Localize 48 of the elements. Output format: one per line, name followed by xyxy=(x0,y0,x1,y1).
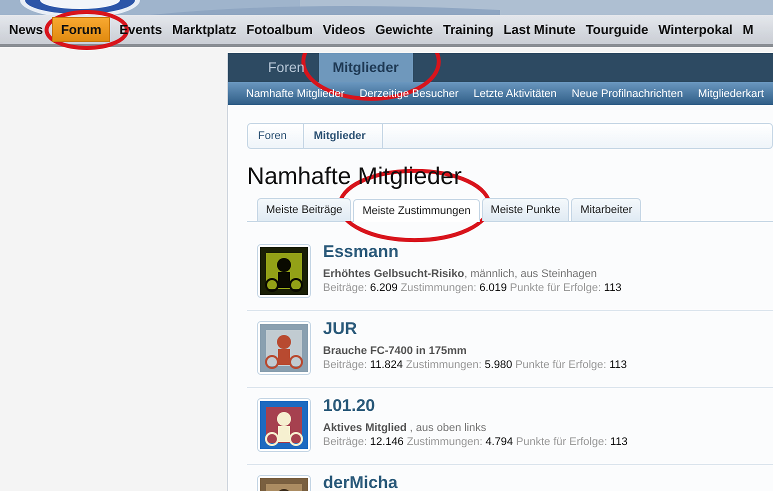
stat-value: 5.980 xyxy=(484,359,512,371)
nav-item[interactable]: Videos xyxy=(318,17,370,42)
avatar-frame[interactable] xyxy=(257,398,311,452)
nav-item[interactable]: Training xyxy=(438,17,499,42)
stat-value: 12.146 xyxy=(370,436,404,448)
stat-value: 6.019 xyxy=(479,282,507,294)
nav-item[interactable]: Tourguide xyxy=(580,17,654,42)
stat-label: Punkte für Erfolge: xyxy=(515,359,606,371)
stat-label: Beiträge: xyxy=(323,436,368,448)
nav-item[interactable]: Gewichte xyxy=(370,17,438,42)
stat-value: 113 xyxy=(609,359,627,371)
stat-label: Beiträge: xyxy=(323,282,368,294)
breadcrumb-link[interactable]: Foren xyxy=(248,124,304,148)
nav-item[interactable]: News xyxy=(4,17,48,42)
tab[interactable]: Mitarbeiter xyxy=(571,198,642,221)
stat-value: 6.209 xyxy=(370,282,398,294)
nav-item[interactable]: Forum xyxy=(52,17,110,42)
member-info: Erhöhtes Gelbsucht-Risiko, männlich, aus Steinhagen xyxy=(323,268,598,280)
tab[interactable]: Meiste Punkte xyxy=(482,198,570,221)
member-info: Aktives Mitglied , aus oben links xyxy=(323,422,488,434)
stat-label: Zustimmungen: xyxy=(406,359,482,371)
stat-value: 11.824 xyxy=(370,359,403,371)
avatar-frame[interactable] xyxy=(257,244,311,298)
stat-label: Zustimmungen: xyxy=(400,282,476,294)
stat-label: Zustimmungen: xyxy=(406,436,482,448)
nav-tab[interactable]: Mitglieder xyxy=(318,53,413,82)
subnav-link[interactable]: Mitgliederkart xyxy=(694,88,773,100)
stat-label: Punkte für Erfolge: xyxy=(510,282,602,294)
nav-item[interactable]: Fotoalbum xyxy=(241,17,318,42)
stat-label: Beiträge: xyxy=(323,359,368,371)
member-name[interactable]: 101.20 xyxy=(323,396,631,416)
breadcrumb-link[interactable]: Mitglieder xyxy=(304,124,383,148)
stat-label: Punkte für Erfolge: xyxy=(516,436,608,448)
nav-item[interactable]: Last Minute xyxy=(498,17,581,42)
member-name[interactable]: Essmann xyxy=(323,242,625,262)
tab[interactable]: Meiste Zustimmungen xyxy=(353,199,480,222)
member-info: Brauche FC-7400 in 175mm xyxy=(323,345,468,357)
subnav-link[interactable]: Letzte Aktivitäten xyxy=(470,88,568,100)
stat-value: 4.794 xyxy=(486,436,514,448)
stat-value: 113 xyxy=(604,282,622,294)
member-name[interactable]: derMicha xyxy=(323,473,398,491)
nav-item[interactable]: M xyxy=(738,17,758,42)
tab[interactable]: Meiste Beiträge xyxy=(257,198,352,221)
subnav-link[interactable]: Neue Profilnachrichten xyxy=(568,88,694,100)
member-name[interactable]: JUR xyxy=(323,319,630,339)
nav-item[interactable]: Winterpokal xyxy=(653,17,738,42)
nav-item[interactable]: Marktplatz xyxy=(167,17,242,42)
stat-value: 113 xyxy=(610,436,628,448)
